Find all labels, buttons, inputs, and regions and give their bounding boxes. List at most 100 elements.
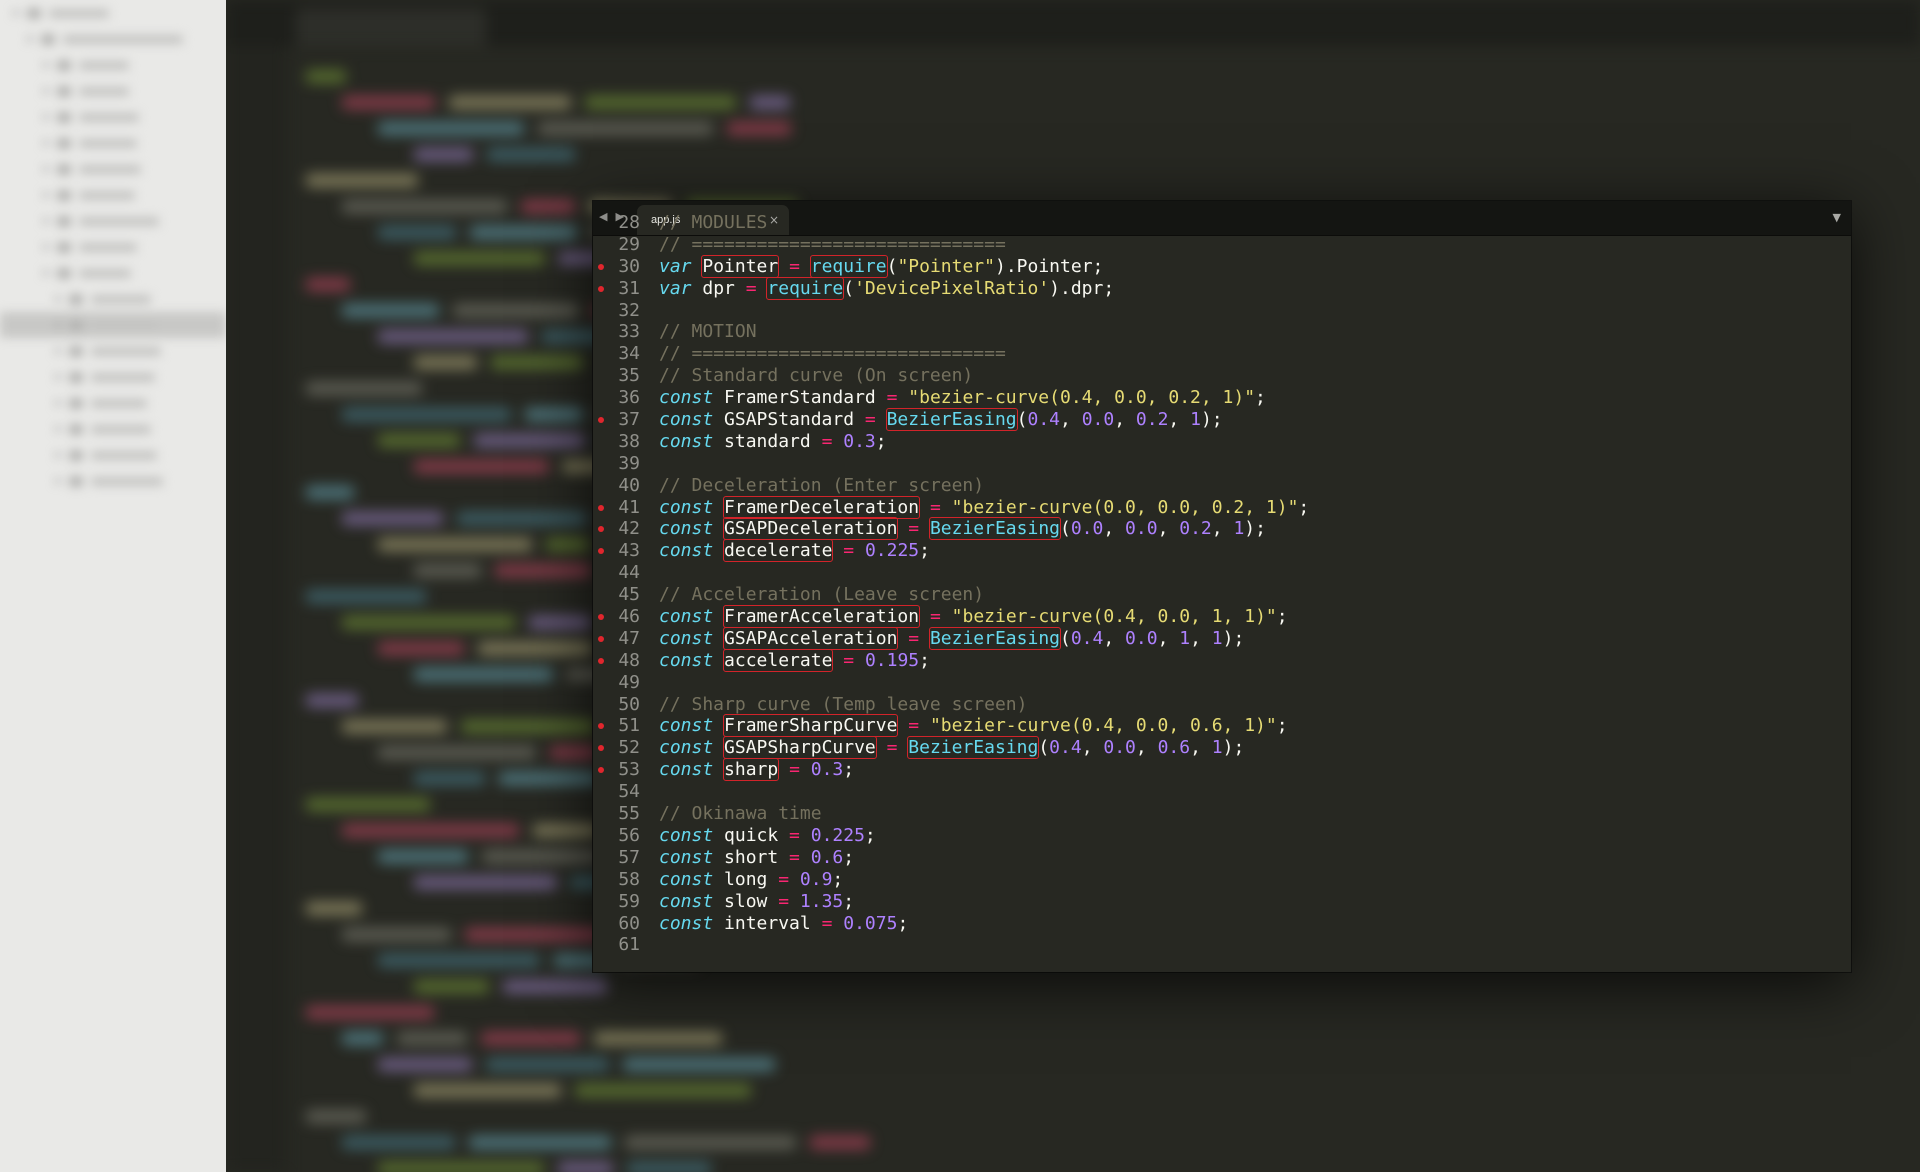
lint-error-icon[interactable] bbox=[598, 614, 604, 621]
code-line[interactable]: 30 var Pointer = require("Pointer").Point… bbox=[593, 254, 1851, 278]
code-line[interactable]: 36 const FramerStandard = "bezier-curve(0… bbox=[593, 387, 1851, 409]
line-content bbox=[640, 453, 659, 475]
code-line[interactable]: 29 // ============================= bbox=[593, 234, 1851, 256]
code-line[interactable]: 60 const interval = 0.075; bbox=[593, 913, 1851, 935]
code-line[interactable]: 52 const GSAPSharpCurve = BezierEasing(0.… bbox=[593, 736, 1851, 760]
code-line[interactable]: 46 const FramerAcceleration = "bezier-cur… bbox=[593, 605, 1851, 629]
background-code-blur bbox=[414, 876, 557, 889]
line-gutter: 28 bbox=[593, 212, 640, 234]
line-content: // MODULES bbox=[640, 212, 767, 234]
code-line[interactable]: 44 bbox=[593, 562, 1851, 584]
code-line[interactable]: 38 const standard = 0.3; bbox=[593, 431, 1851, 453]
background-code-blur bbox=[306, 1006, 434, 1019]
code-token: "bezier-curve(0.4, 0.0, 0.2, 1)" bbox=[908, 387, 1256, 409]
code-token: = bbox=[745, 277, 757, 299]
code-line[interactable]: 35 // Standard curve (On screen) bbox=[593, 365, 1851, 387]
code-line[interactable]: 43 const decelerate = 0.225; bbox=[593, 539, 1851, 563]
line-gutter: 48 bbox=[593, 650, 640, 672]
line-content: // MOTION bbox=[640, 321, 757, 343]
background-code-blur bbox=[414, 1084, 561, 1097]
line-gutter: 61 bbox=[593, 934, 640, 956]
code-line[interactable]: 51 const FramerSharpCurve = "bezier-curve… bbox=[593, 714, 1851, 738]
code-token: = bbox=[821, 912, 833, 934]
code-line[interactable]: 39 bbox=[593, 453, 1851, 475]
folder-icon bbox=[57, 163, 71, 175]
code-line[interactable]: 45 // Acceleration (Leave screen) bbox=[593, 584, 1851, 606]
code-line[interactable]: 42 const GSAPDeceleration = BezierEasing(… bbox=[593, 517, 1851, 541]
code-line[interactable]: 31 var dpr = require('DevicePixelRatio').… bbox=[593, 276, 1851, 300]
background-tree-row bbox=[0, 52, 226, 78]
code-token: // MODULES bbox=[659, 212, 768, 233]
background-code-blur bbox=[306, 382, 422, 395]
background-tree-label bbox=[79, 216, 159, 226]
code-token: 1 bbox=[1179, 627, 1191, 649]
background-code-blur bbox=[378, 954, 540, 967]
code-line[interactable]: 58 const long = 0.9; bbox=[593, 869, 1851, 891]
folder-icon bbox=[41, 33, 55, 45]
code-line[interactable]: 47 const GSAPAcceleration = BezierEasing(… bbox=[593, 626, 1851, 650]
background-code-blur bbox=[378, 850, 468, 863]
folder-icon bbox=[69, 449, 83, 461]
line-gutter: 41 bbox=[593, 497, 640, 519]
code-token: ); bbox=[1222, 737, 1245, 759]
background-tree-label bbox=[63, 34, 183, 44]
code-line[interactable]: 33 // MOTION bbox=[593, 321, 1851, 343]
code-token: , bbox=[1168, 409, 1191, 431]
code-line[interactable]: 56 const quick = 0.225; bbox=[593, 825, 1851, 847]
code-line[interactable]: 32 bbox=[593, 300, 1851, 322]
code-line[interactable]: 59 const slow = 1.35; bbox=[593, 891, 1851, 913]
lint-error-icon[interactable] bbox=[598, 657, 604, 664]
background-tree-row bbox=[0, 156, 226, 182]
code-line[interactable]: 37 const GSAPStandard = BezierEasing(0.4,… bbox=[593, 408, 1851, 432]
code-token: ; bbox=[875, 430, 887, 452]
code-line[interactable]: 61 bbox=[593, 934, 1851, 956]
line-content: const standard = 0.3; bbox=[640, 431, 887, 453]
code-line[interactable]: 41 const FramerDeceleration = "bezier-cur… bbox=[593, 495, 1851, 519]
lint-error-icon[interactable] bbox=[598, 285, 604, 292]
code-line[interactable]: 40 // Deceleration (Enter screen) bbox=[593, 475, 1851, 497]
lint-error-icon[interactable] bbox=[598, 504, 604, 511]
line-gutter: 58 bbox=[593, 869, 640, 891]
background-code-blur bbox=[503, 980, 607, 993]
line-content: // Acceleration (Leave screen) bbox=[640, 584, 984, 606]
background-tree-label bbox=[79, 86, 129, 96]
line-content bbox=[640, 300, 659, 322]
code-line[interactable]: 28 // MODULES bbox=[593, 212, 1851, 234]
background-tree-row bbox=[0, 182, 226, 208]
code-line[interactable]: 57 const short = 0.6; bbox=[593, 847, 1851, 869]
lint-error-icon[interactable] bbox=[598, 417, 604, 424]
lint-error-icon[interactable] bbox=[598, 635, 604, 642]
line-content: const GSAPAcceleration = BezierEasing(0.… bbox=[640, 626, 1244, 650]
code-token: // Standard curve (On screen) bbox=[659, 365, 974, 387]
line-content: const quick = 0.225; bbox=[640, 825, 876, 847]
code-token: ).dpr; bbox=[1049, 277, 1115, 299]
code-token: // Okinawa time bbox=[659, 803, 822, 825]
code-line[interactable]: 49 bbox=[593, 672, 1851, 694]
folder-icon bbox=[69, 319, 83, 331]
code-token: var bbox=[659, 255, 692, 277]
background-code-blur bbox=[414, 356, 477, 369]
line-number: 33 bbox=[618, 321, 640, 343]
code-token: dpr bbox=[691, 277, 746, 299]
background-code-blur bbox=[306, 694, 358, 707]
line-number: 38 bbox=[618, 430, 640, 452]
line-gutter: 53 bbox=[593, 759, 640, 781]
code-line[interactable]: 55 // Okinawa time bbox=[593, 803, 1851, 825]
line-content: const FramerDeceleration = "bezier-curve… bbox=[640, 495, 1309, 519]
code-token: = bbox=[789, 824, 800, 846]
background-code-blur bbox=[414, 668, 553, 681]
code-token: const bbox=[659, 868, 714, 890]
code-area[interactable]: 28 // MODULES 29 // =======================… bbox=[593, 212, 1851, 956]
lint-error-icon[interactable] bbox=[598, 263, 604, 270]
code-line[interactable]: 54 bbox=[593, 781, 1851, 803]
background-code-blur bbox=[414, 148, 473, 161]
line-content: // ============================= bbox=[640, 234, 1006, 256]
code-line[interactable]: 50 // Sharp curve (Temp leave screen) bbox=[593, 694, 1851, 716]
background-code-blur bbox=[575, 1084, 751, 1097]
code-line[interactable]: 48 const accelerate = 0.195; bbox=[593, 648, 1851, 672]
code-line[interactable]: 53 const sharp = 0.3; bbox=[593, 758, 1851, 782]
line-number: 35 bbox=[618, 365, 640, 387]
code-line[interactable]: 34 // ============================= bbox=[593, 343, 1851, 365]
